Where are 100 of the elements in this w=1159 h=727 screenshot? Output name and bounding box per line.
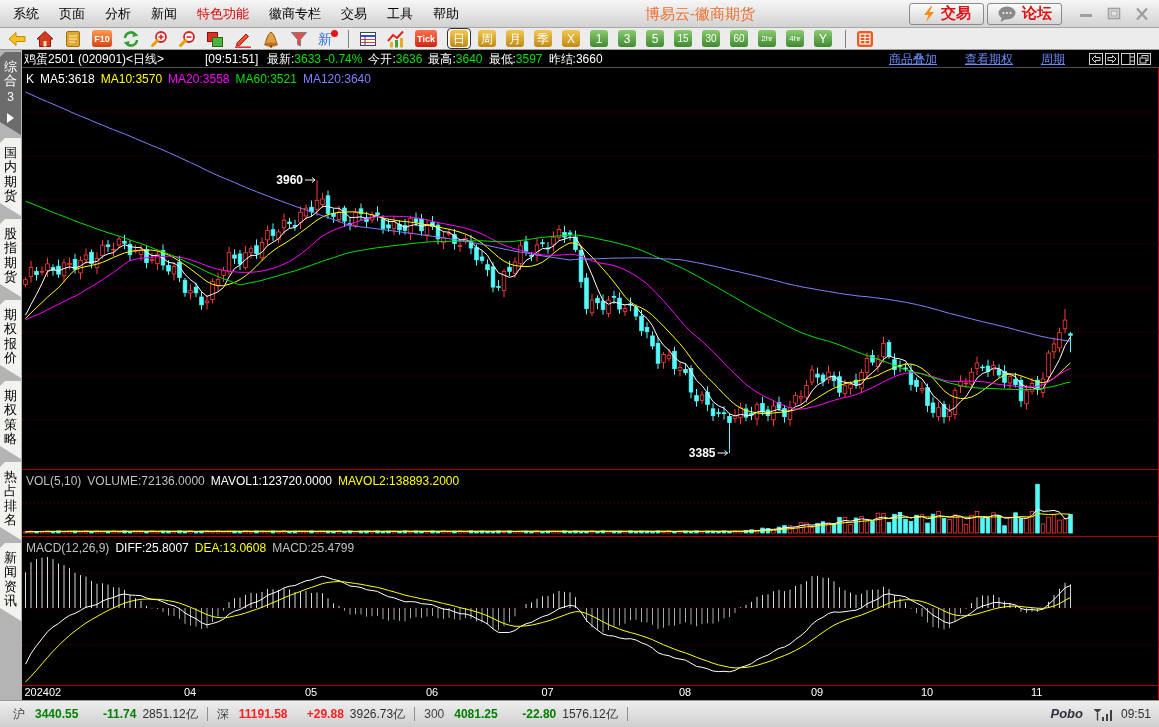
zoom-out-icon[interactable] xyxy=(178,29,196,48)
news-button[interactable]: 新 xyxy=(318,29,338,48)
f10-button[interactable]: F10 xyxy=(92,30,112,47)
low-price-label: 3385 xyxy=(688,446,716,460)
chart-link[interactable]: 周期 xyxy=(1041,52,1065,66)
chart-icon[interactable] xyxy=(387,29,405,48)
tick-button[interactable]: Tick xyxy=(415,30,437,47)
quote-field-value: 3633 -0.74% xyxy=(294,52,363,66)
menu-item[interactable]: 徽商专栏 xyxy=(269,5,321,22)
left-arrow-icon[interactable] xyxy=(1089,53,1103,65)
legend-label: MA60:3521 xyxy=(235,72,297,86)
period-button[interactable]: 15 xyxy=(671,28,695,49)
signal-icon xyxy=(1092,707,1113,721)
period-button[interactable]: 60 xyxy=(727,28,751,49)
quote-time: [09:51:51] xyxy=(205,52,260,66)
pobo-logo: Pobo xyxy=(1050,707,1083,721)
legend-label: MACD(12,26,9) xyxy=(26,541,110,555)
menu-item[interactable]: 系统 xyxy=(13,5,39,22)
axis-label: 05 xyxy=(305,686,318,699)
legend-label: MA10:3570 xyxy=(100,72,163,86)
axis-label: 08 xyxy=(679,686,692,699)
split-view-icon[interactable] xyxy=(1121,53,1135,65)
menu-item[interactable]: 新闻 xyxy=(151,5,177,22)
index-amount: 2851.12亿 xyxy=(142,707,198,721)
period-button[interactable]: 30 xyxy=(699,28,723,49)
axis-label: 11 xyxy=(1031,686,1043,699)
period-button[interactable]: 4hr xyxy=(783,28,807,49)
index-name: 300 xyxy=(424,707,445,721)
arrow-icon xyxy=(304,177,316,183)
period-button[interactable]: 5 xyxy=(643,28,667,49)
period-button[interactable]: 日 xyxy=(447,28,471,49)
notification-dot-icon xyxy=(331,29,338,37)
sidebar-tab[interactable]: 热占排名 xyxy=(0,462,21,540)
sidebar-tab[interactable]: 综合 3 xyxy=(0,52,21,135)
chat-bubble-icon xyxy=(997,5,1016,22)
index-name: 深 xyxy=(216,707,229,721)
chart-link[interactable]: 商品叠加 xyxy=(889,52,937,66)
axis-label: 10 xyxy=(921,686,934,699)
quote-field-label: 今开: xyxy=(368,52,396,66)
menu-item[interactable]: 帮助 xyxy=(433,5,459,22)
sidebar-tab[interactable]: 期权策略 xyxy=(0,381,21,459)
axis-label: 04 xyxy=(184,686,197,699)
legend-label: MAVOL1:123720.0000 xyxy=(210,474,332,488)
menu-item[interactable]: 分析 xyxy=(105,5,131,22)
symbol-label: 鸡蛋2501 (020901)<日线> xyxy=(24,52,166,66)
menu-item[interactable]: 工具 xyxy=(387,5,413,22)
home-icon[interactable] xyxy=(36,29,54,48)
sidebar-tab[interactable]: 新闻资讯 xyxy=(0,543,21,621)
index-amount: 1576.12亿 xyxy=(562,707,618,721)
legend-label: VOLUME:72136.0000 xyxy=(87,474,205,488)
expand-arrow-icon xyxy=(7,112,14,123)
back-arrow-icon[interactable] xyxy=(8,29,26,48)
index-price: 11191.58 xyxy=(238,707,289,721)
period-button[interactable]: Y xyxy=(811,28,835,49)
quote-field-label: 昨结: xyxy=(548,52,576,66)
quote-field-label: 最低: xyxy=(488,52,516,66)
period-button[interactable]: 周 xyxy=(475,28,499,49)
period-button[interactable]: 1 xyxy=(587,28,611,49)
app-title: 博易云-徽商期货 xyxy=(645,4,755,23)
clock-time: 09:51 xyxy=(1120,707,1151,721)
stacked-squares-icon[interactable] xyxy=(206,29,224,48)
table-icon[interactable] xyxy=(359,29,377,48)
index-amount: 3926.73亿 xyxy=(349,707,406,721)
grid-icon[interactable] xyxy=(856,29,874,48)
bell-icon[interactable] xyxy=(262,29,280,48)
trade-button[interactable]: 交易 xyxy=(909,2,984,25)
axis-label: 07 xyxy=(541,686,554,699)
period-button[interactable]: 月 xyxy=(503,28,527,49)
period-button[interactable]: 3 xyxy=(615,28,639,49)
index-change: -22.80 xyxy=(522,707,557,721)
sidebar-tab[interactable]: 期权报价 xyxy=(0,300,21,378)
menu-item[interactable]: 特色功能 xyxy=(197,5,249,22)
refresh-icon[interactable] xyxy=(122,29,140,48)
quote-field-label: 最高: xyxy=(428,52,456,66)
right-arrow-icon[interactable] xyxy=(1105,53,1119,65)
filter-icon[interactable] xyxy=(290,29,308,48)
legend-label: MA20:3558 xyxy=(168,72,230,86)
menu-item[interactable]: 页面 xyxy=(59,5,85,22)
lightning-icon xyxy=(922,5,935,22)
index-price: 3440.55 xyxy=(35,707,80,721)
menu-item[interactable]: 交易 xyxy=(341,5,367,22)
period-button[interactable]: 2hr xyxy=(755,28,779,49)
high-price-label: 3960 xyxy=(276,173,303,187)
chart-link[interactable]: 查看期权 xyxy=(965,52,1013,66)
forum-button[interactable]: 论坛 xyxy=(987,2,1062,25)
notepad-icon[interactable] xyxy=(64,29,82,48)
sidebar-tab[interactable]: 股指期货 xyxy=(0,219,21,297)
period-button[interactable]: X xyxy=(559,28,583,49)
zoom-in-icon[interactable] xyxy=(150,29,168,48)
axis-label: 09 xyxy=(811,686,824,699)
legend-label: K xyxy=(26,72,34,86)
quote-field-value: 3660 xyxy=(575,52,603,66)
quote-field-value: 3636 xyxy=(395,52,423,66)
quote-field-value: 3597 xyxy=(515,52,543,66)
restore-window-icon[interactable] xyxy=(1137,53,1151,65)
legend-label: MA120:3640 xyxy=(302,72,371,86)
index-change: -11.74 xyxy=(103,707,137,721)
arrow-icon xyxy=(717,450,728,456)
index-change: +29.88 xyxy=(306,707,344,721)
sidebar-tab[interactable]: 国内期货 xyxy=(0,138,21,216)
